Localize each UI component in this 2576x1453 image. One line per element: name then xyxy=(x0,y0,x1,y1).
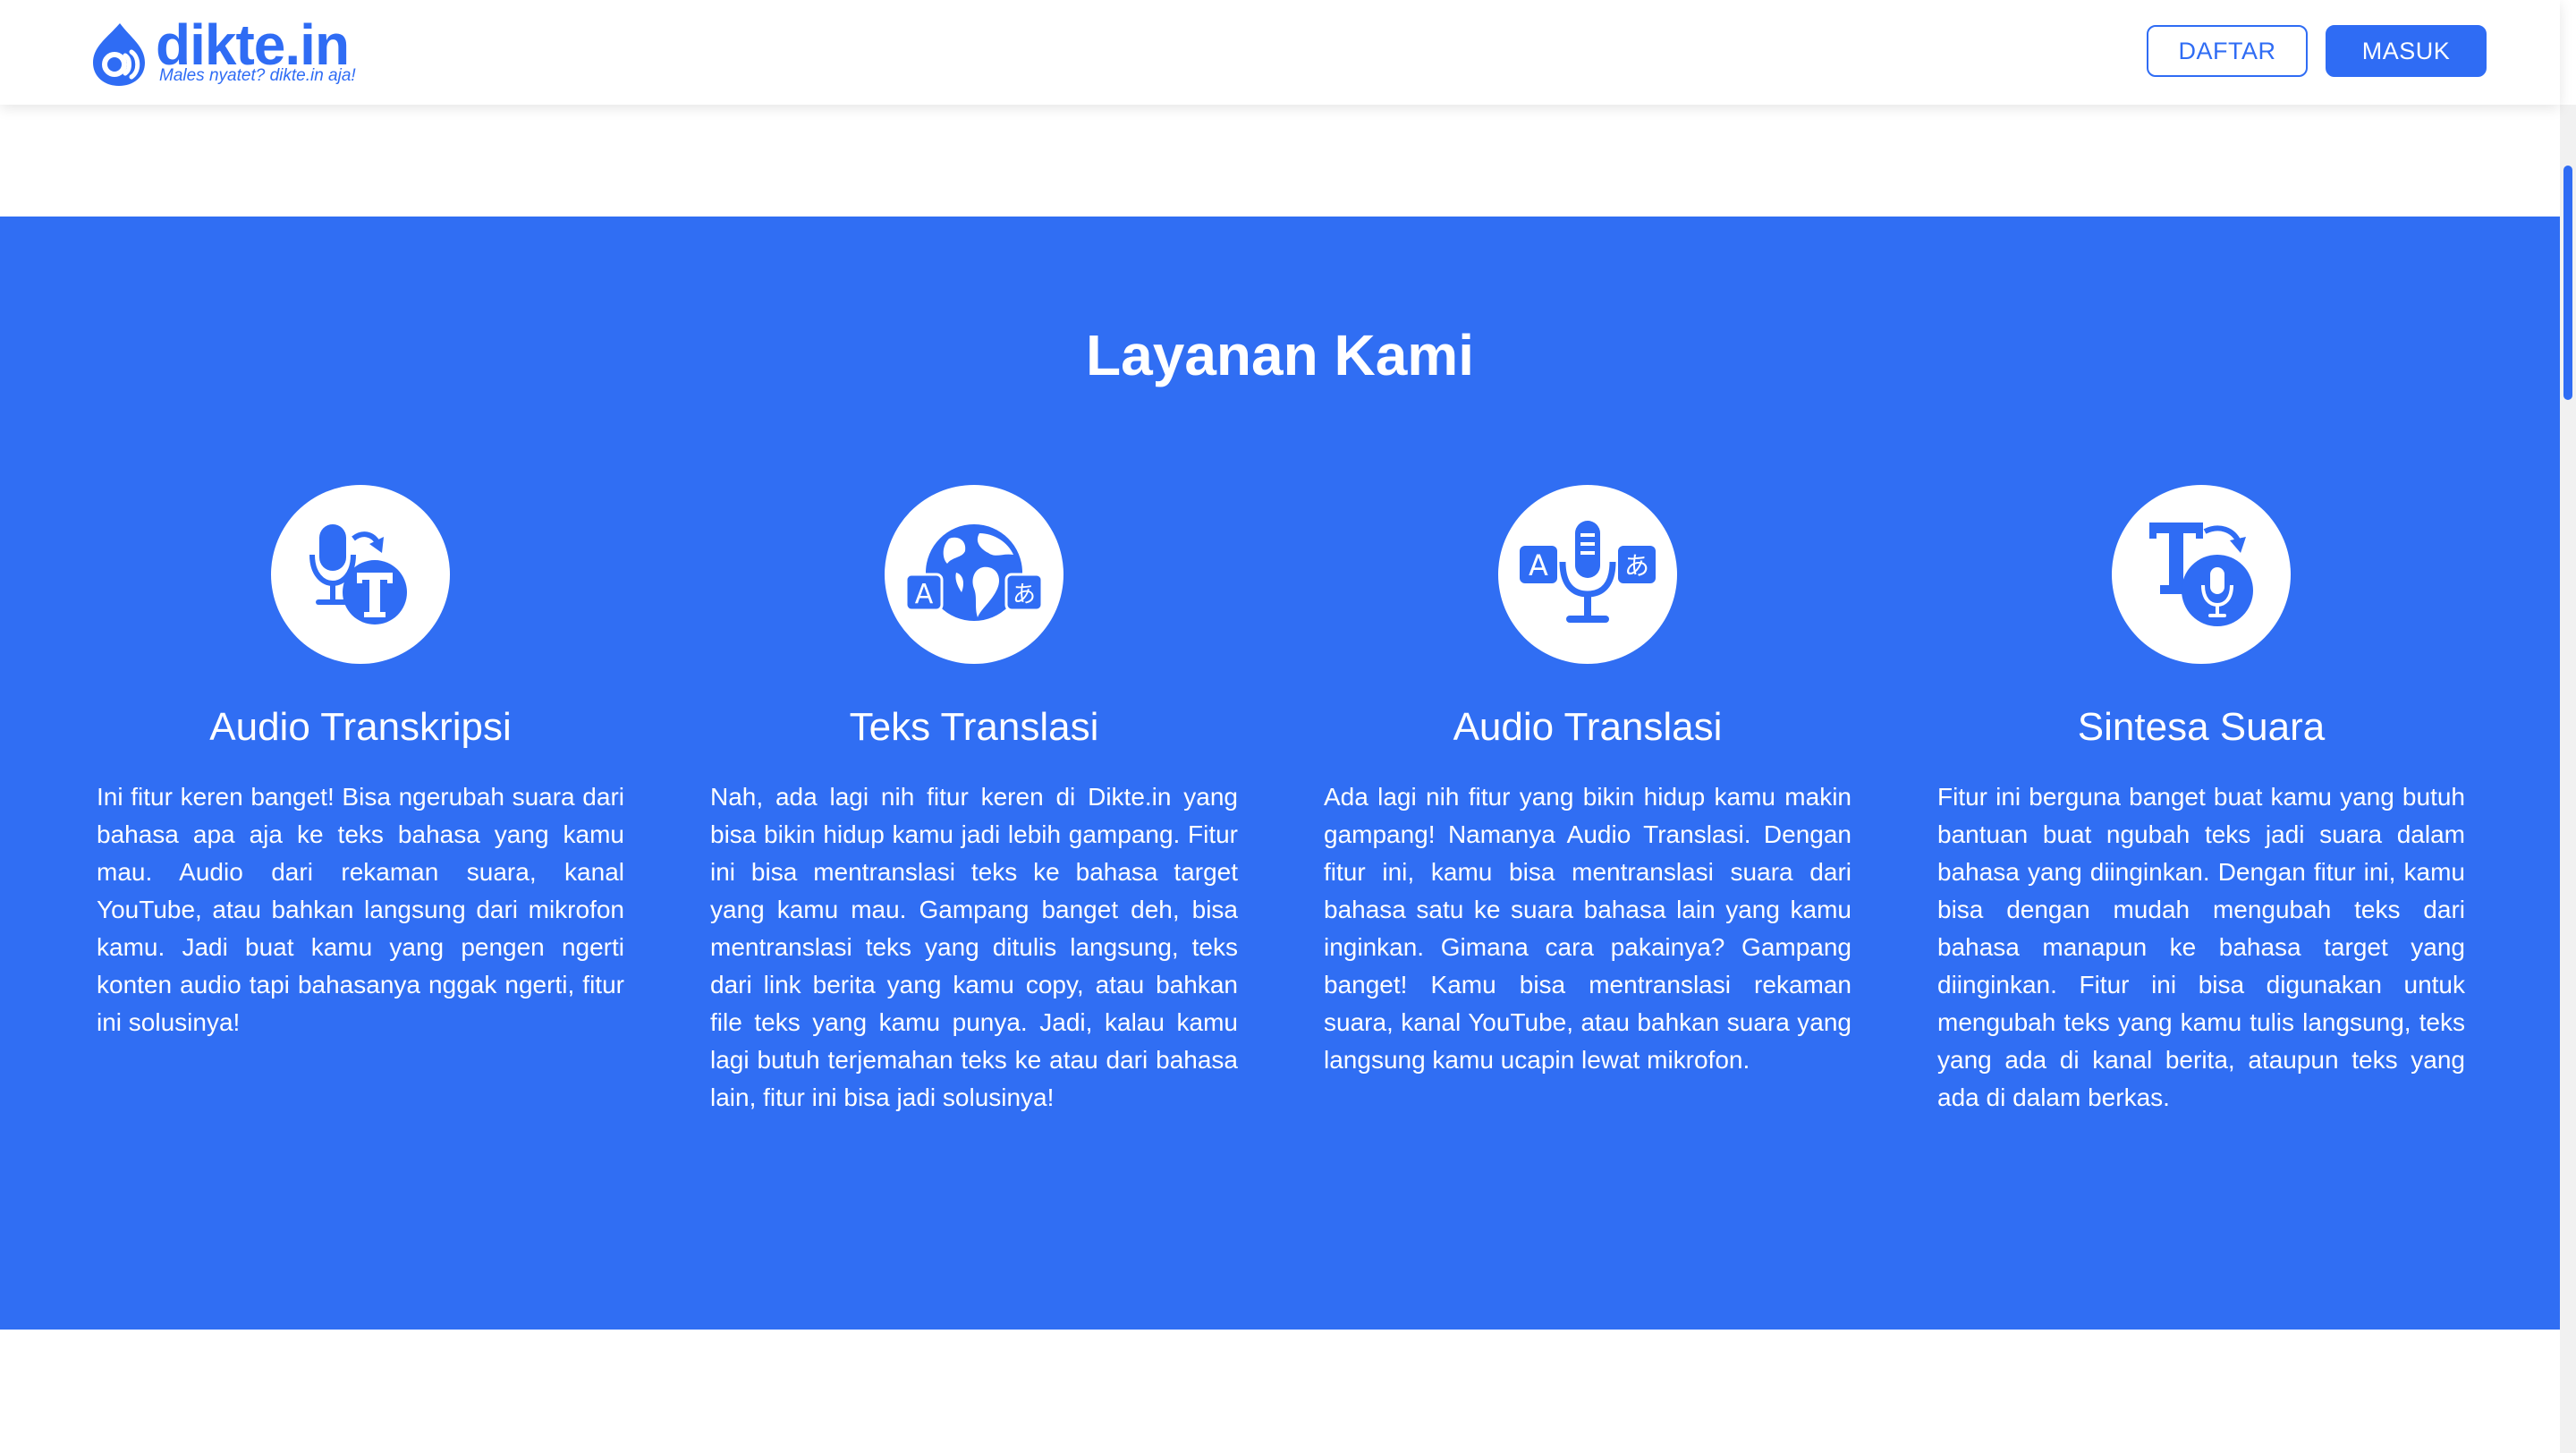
service-card-title: Teks Translasi xyxy=(849,705,1099,749)
brand-tagline: Males nyatet? dikte.in aja! xyxy=(159,66,356,85)
service-card-description: Nah, ada lagi nih fitur keren di Dikte.i… xyxy=(710,783,1238,1111)
svg-text:あ: あ xyxy=(1624,551,1649,581)
service-card-title: Audio Transkripsi xyxy=(209,705,512,749)
service-card-description: Ada lagi nih fitur yang bikin hidup kamu… xyxy=(1324,783,1852,1074)
service-card-audio-transcription: Audio Transkripsi Ini fitur keren banget… xyxy=(97,485,624,1041)
service-card-speech-synthesis: Sintesa Suara Fitur ini berguna banget b… xyxy=(1937,485,2465,1117)
top-navbar: dikte.in Males nyatet? dikte.in aja! DAF… xyxy=(0,0,2560,105)
service-card-description: Fitur ini berguna banget buat kamu yang … xyxy=(1937,783,2465,1111)
services-section: Layanan Kami Audio Transkripsi Ini fitur… xyxy=(0,217,2560,1330)
page-scrollbar[interactable] xyxy=(2560,105,2576,1453)
service-card-description: Ini fitur keren banget! Bisa ngerubah su… xyxy=(97,783,624,1036)
register-button[interactable]: DAFTAR xyxy=(2147,25,2308,77)
service-card-audio-translation: A あ Audio Translasi Ada lagi nih fitur y… xyxy=(1324,485,1852,1079)
speech-synthesis-icon xyxy=(2112,485,2291,664)
brand-logo[interactable]: dikte.in Males nyatet? dikte.in aja! xyxy=(88,13,374,91)
audio-transcription-icon xyxy=(271,485,450,664)
svg-text:A: A xyxy=(1529,548,1548,582)
service-card-title: Sintesa Suara xyxy=(2077,705,2326,749)
login-button[interactable]: MASUK xyxy=(2326,25,2487,77)
service-card-title: Audio Translasi xyxy=(1453,705,1723,749)
svg-text:A: A xyxy=(915,579,934,610)
service-card-text-translation: A あ Teks Translasi Nah, ada lagi nih fit… xyxy=(710,485,1238,1117)
text-translation-globe-icon: A あ xyxy=(885,485,1063,664)
scrollbar-thumb[interactable] xyxy=(2563,166,2572,400)
services-title: Layanan Kami xyxy=(1086,323,1474,387)
audio-translation-icon: A あ xyxy=(1498,485,1677,664)
svg-text:あ: あ xyxy=(1013,582,1036,608)
logo-mark-icon xyxy=(93,23,145,86)
